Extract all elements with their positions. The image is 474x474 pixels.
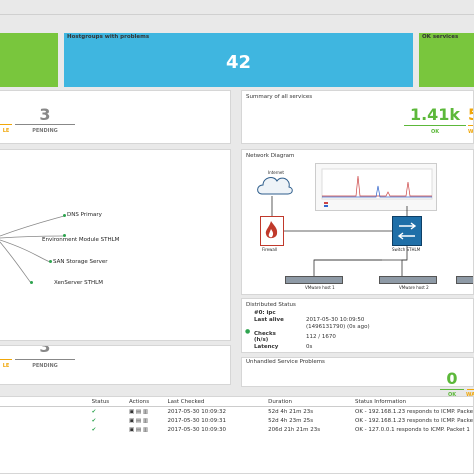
hostgroups-title: Hostgroups with problems	[67, 34, 150, 40]
pending-count[interactable]: 3	[15, 105, 75, 124]
last-alive-sub: (1496131790) (0s ago)	[306, 324, 370, 330]
row-last-checked: 2017-05-30 10:09:32	[167, 408, 226, 415]
checks-value: 112 / 1670	[306, 334, 336, 340]
latency-value: 0s	[306, 344, 313, 350]
partial-underline	[0, 124, 12, 125]
node-dot[interactable]	[30, 281, 33, 284]
host-summary-panel: 3 LE PENDING	[0, 90, 231, 144]
ok-services-title: OK services	[422, 34, 459, 40]
partial-underline-2	[0, 359, 12, 360]
partial-label-2: LE	[2, 363, 10, 369]
vmware-host-2-label: VMware host 2	[399, 285, 429, 290]
node-dot[interactable]	[49, 260, 52, 263]
ok-services-count[interactable]: 1.41k	[404, 105, 466, 124]
status-check-icon: ✔	[91, 417, 97, 424]
last-alive-label: Last alive	[254, 317, 284, 323]
unhandled-ok-count[interactable]: 0	[442, 369, 462, 388]
vmware-host-1-label: VMware host 1	[305, 285, 335, 290]
row-last-checked: 2017-05-30 10:09:31	[167, 417, 226, 424]
status-tile-left[interactable]	[0, 33, 58, 87]
row-spacer	[0, 416, 90, 425]
warning-label: WA	[468, 129, 474, 135]
ok-services-tile[interactable]: OK services	[419, 33, 474, 87]
status-ok-icon: ●	[245, 328, 251, 335]
col-duration[interactable]: Duration	[266, 397, 353, 407]
col-last-checked[interactable]: Last Checked	[166, 397, 267, 407]
node-name: #0: ipc	[254, 310, 276, 316]
distributed-status-title: Distributed Status	[246, 302, 296, 308]
switch-icon	[397, 222, 417, 240]
checks-sub: (h/s)	[254, 337, 269, 343]
ok-underline	[404, 125, 466, 126]
hostgroups-tile[interactable]: Hostgroups with problems 42	[64, 33, 413, 87]
node-environment-module[interactable]: Environment Module STHLM	[42, 237, 119, 243]
vmware-host-3[interactable]	[456, 276, 473, 284]
topology-panel: DNS Primary Environment Module STHLM SAN…	[0, 149, 231, 341]
switch-label: Switch STHLM	[392, 247, 421, 252]
pending-underline-2	[15, 359, 75, 360]
unhandled-wa-underline	[467, 389, 474, 390]
vmware-host-2[interactable]	[379, 276, 437, 284]
col-status[interactable]: Status	[90, 397, 127, 407]
warning-count[interactable]: 5	[468, 105, 473, 124]
row-action-icons[interactable]: ▣ ▤ ▥	[127, 416, 166, 425]
pending-label-2: PENDING	[32, 363, 58, 369]
node-dns-primary[interactable]: DNS Primary	[67, 212, 102, 218]
table-row[interactable]: ✔ ▣ ▤ ▥ 2017-05-30 10:09:30 206d 21h 21m…	[0, 425, 473, 434]
row-action-icons[interactable]: ▣ ▤ ▥	[127, 407, 166, 417]
node-san-storage[interactable]: SAN Storage Server	[53, 259, 108, 265]
header-divider	[0, 14, 474, 15]
row-info: OK - 192.168.1.23 responds to ICMP. Pack…	[354, 408, 473, 415]
row-last-checked: 2017-05-30 10:09:30	[167, 426, 226, 433]
pending-label: PENDING	[32, 128, 58, 134]
last-alive-value: 2017-05-30 10:09:50	[306, 317, 365, 323]
row-info: OK - 127.0.0.1 responds to ICMP. Packet …	[354, 426, 470, 433]
warning-underline	[468, 125, 473, 126]
row-duration: 52d 4h 21m 23s	[268, 408, 314, 415]
col-actions[interactable]: Actions	[127, 397, 166, 407]
topology-lines	[0, 215, 65, 284]
network-diagram-panel: Network Diagram Internet Firewall Switch…	[241, 149, 474, 295]
unhandled-problems-panel: Unhandled Service Problems	[241, 357, 474, 387]
unhandled-ok-underline	[440, 389, 464, 390]
table-header-row: Status Actions Last Checked Duration Sta…	[0, 397, 473, 407]
firewall-icon	[265, 221, 278, 239]
row-duration: 206d 21h 21m 23s	[268, 426, 321, 433]
hostgroups-value: 42	[225, 51, 252, 73]
col-spacer	[0, 397, 90, 407]
service-summary-title: Summary of all services	[246, 94, 313, 100]
switch-box[interactable]	[392, 216, 422, 246]
row-duration: 52d 4h 23m 25s	[268, 417, 314, 424]
node-xenserver[interactable]: XenServer STHLM	[54, 280, 103, 286]
col-status-info[interactable]: Status Information	[353, 397, 473, 407]
row-spacer	[0, 407, 90, 417]
pending-count-2[interactable]: 3	[15, 346, 75, 356]
row-spacer	[0, 425, 90, 434]
row-info: OK - 192.168.1.23 responds to ICMP. Pack…	[354, 417, 473, 424]
status-check-icon: ✔	[91, 408, 97, 415]
row-action-icons[interactable]: ▣ ▤ ▥	[127, 425, 166, 434]
table-row[interactable]: ✔ ▣ ▤ ▥ 2017-05-30 10:09:31 52d 4h 23m 2…	[0, 416, 473, 425]
status-check-icon: ✔	[91, 426, 97, 433]
services-table-panel: Status Actions Last Checked Duration Sta…	[0, 396, 474, 474]
node-dot[interactable]	[63, 214, 66, 217]
traffic-graph-plot	[321, 168, 433, 207]
latency-label: Latency	[254, 344, 279, 350]
partial-label: LE	[2, 128, 10, 134]
ok-label: OK	[430, 129, 440, 135]
pending-underline	[15, 124, 75, 125]
table-row[interactable]: ✔ ▣ ▤ ▥ 2017-05-30 10:09:32 52d 4h 21m 2…	[0, 407, 473, 417]
host-summary-panel-2: 3 LE PENDING	[0, 345, 231, 385]
distributed-status-panel: Distributed Status #0: ipc Last alive 20…	[241, 298, 474, 353]
service-summary-panel: Summary of all services 1.41k OK 5 WA	[241, 90, 474, 144]
network-diagram-title: Network Diagram	[246, 153, 295, 159]
firewall-box[interactable]	[260, 216, 284, 246]
traffic-graph[interactable]	[315, 163, 437, 211]
services-table: Status Actions Last Checked Duration Sta…	[0, 397, 473, 434]
internet-label: Internet	[268, 170, 284, 175]
firewall-label: Firewall	[262, 247, 278, 252]
unhandled-problems-title: Unhandled Service Problems	[246, 359, 325, 365]
vmware-host-1[interactable]	[285, 276, 343, 284]
